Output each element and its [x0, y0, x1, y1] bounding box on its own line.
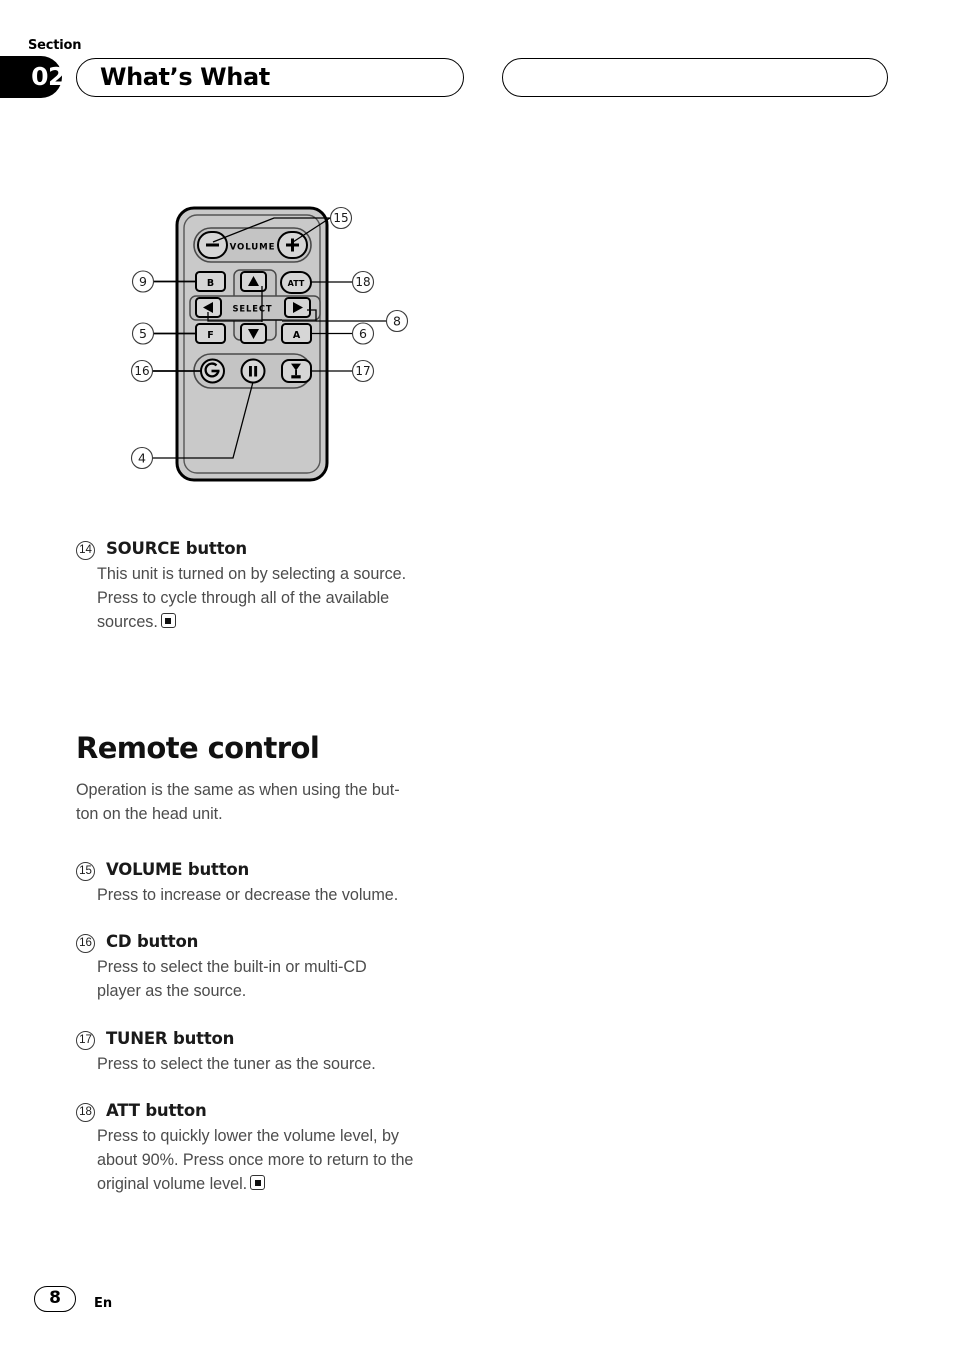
figure-callout-18: 18	[351, 270, 375, 294]
volume-label: VOLUME	[230, 243, 276, 253]
figure-callout-4: 4	[130, 446, 154, 470]
entry-att-line-2: about 90%. Press once more to return to …	[97, 1151, 414, 1170]
section-label: Section	[28, 38, 82, 53]
entry-att-button: 18 ATT button Press to quickly lower the…	[76, 1098, 496, 1197]
entry-att-line-3-text: original volume level.	[97, 1175, 248, 1194]
entry-volume-line-1: Press to increase or decrease the volume…	[97, 886, 399, 905]
square-bullet-icon	[160, 613, 176, 629]
header-right-pill	[502, 58, 888, 97]
callout-18: 18	[76, 1102, 95, 1122]
figure-callout-18-label: 18	[355, 275, 370, 289]
select-right-button[interactable]	[284, 297, 311, 318]
figure-callout-16-label: 16	[134, 364, 149, 378]
page-title: What’s What	[100, 63, 270, 91]
figure-callout-9: 9	[131, 270, 155, 293]
entry-att-line-3: original volume level.	[97, 1172, 496, 1196]
figure-callout-17-label: 17	[355, 364, 370, 378]
entry-cd-title: CD button	[106, 932, 199, 952]
band-button-label: B	[207, 278, 214, 289]
entry-source-body: This unit is turned on by selecting a so…	[97, 562, 496, 635]
select-label: SELECT	[232, 304, 272, 314]
entry-volume-button: 15 VOLUME button Press to increase or de…	[76, 857, 496, 907]
function-button[interactable]: F	[195, 323, 226, 344]
figure-callout-8-label: 8	[393, 314, 401, 329]
entry-cd-heading: 16 CD button	[76, 929, 496, 955]
band-button[interactable]: B	[195, 271, 226, 292]
section-number: 02	[31, 62, 65, 91]
remote-intro-body: Operation is the same as when using the …	[76, 778, 496, 826]
pause-button[interactable]	[240, 358, 266, 384]
entry-volume-heading: 15 VOLUME button	[76, 857, 496, 883]
entry-att-line-1: Press to quickly lower the volume level,…	[97, 1126, 399, 1145]
volume-down-button[interactable]	[197, 231, 228, 259]
remote-intro-line-1: Operation is the same as when using the …	[76, 780, 400, 799]
remote-control-illustration: VOLUME SELECT B ATT F A 15 9 18 8 5 6 16…	[130, 206, 409, 482]
figure-callout-6-label: 6	[359, 326, 367, 341]
pause-icon	[249, 366, 252, 377]
audio-button-label: A	[293, 330, 301, 341]
entry-tuner-title: TUNER button	[106, 1028, 235, 1048]
figure-callout-8: 8	[385, 309, 409, 333]
entry-tuner-line-1: Press to select the tuner as the source.	[97, 1054, 376, 1073]
figure-callout-16: 16	[130, 359, 154, 383]
page-header: Section 02 What’s What	[0, 0, 954, 140]
figure-callout-5-label: 5	[139, 326, 147, 341]
function-button-label: F	[207, 330, 214, 341]
entry-cd-line-1: Press to select the built-in or multi-CD	[97, 958, 367, 977]
entry-source-title: SOURCE button	[106, 539, 247, 558]
select-down-button[interactable]	[240, 323, 267, 344]
callout-15: 15	[76, 862, 95, 882]
entry-cd-button: 16 CD button Press to select the built-i…	[76, 929, 496, 1003]
att-button-label: ATT	[288, 279, 305, 288]
entry-source-line-3-text: sources.	[97, 613, 158, 632]
entry-att-body: Press to quickly lower the volume level,…	[97, 1124, 496, 1197]
language-code: En	[94, 1296, 113, 1311]
entry-source-heading: 14 SOURCE button	[76, 536, 496, 562]
spacer-before-remote-heading	[76, 653, 496, 731]
callout-16: 16	[76, 934, 95, 954]
entry-source-line-2: Press to cycle through all of the availa…	[97, 589, 390, 608]
page-content: 14 SOURCE button This unit is turned on …	[76, 536, 496, 1196]
figure-callout-15: 15	[329, 206, 353, 230]
remote-control-heading: Remote control	[76, 730, 320, 765]
figure-callout-5: 5	[131, 322, 155, 345]
entry-source-button: 14 SOURCE button This unit is turned on …	[76, 536, 496, 635]
figure-callout-9-label: 9	[139, 274, 147, 289]
entry-tuner-heading: 17 TUNER button	[76, 1026, 496, 1052]
entry-volume-title: VOLUME button	[106, 860, 250, 880]
audio-button[interactable]: A	[281, 323, 312, 344]
entry-att-heading: 18 ATT button	[76, 1098, 496, 1124]
tuner-button[interactable]	[281, 359, 312, 383]
callout-17: 17	[76, 1030, 95, 1050]
entry-volume-body: Press to increase or decrease the volume…	[97, 883, 496, 907]
page-number: 8	[49, 1288, 61, 1308]
att-button[interactable]: ATT	[280, 271, 312, 294]
entry-tuner-button: 17 TUNER button Press to select the tune…	[76, 1026, 496, 1076]
square-bullet-icon	[250, 1175, 266, 1191]
figure-callout-17: 17	[351, 359, 375, 383]
remote-control-figure: VOLUME SELECT B ATT F A 15 9 18 8 5 6 16…	[0, 190, 954, 510]
figure-callout-6: 6	[351, 322, 375, 345]
entry-source-line-3: sources.	[97, 610, 496, 634]
entry-tuner-body: Press to select the tuner as the source.	[97, 1052, 496, 1076]
minus-icon	[206, 243, 219, 247]
entry-cd-line-2: player as the source.	[97, 982, 247, 1001]
entry-source-line-1: This unit is turned on by selecting a so…	[97, 565, 407, 583]
remote-intro-line-2: ton on the head unit.	[76, 804, 223, 823]
callout-14: 14	[76, 541, 95, 560]
figure-callout-15-label: 15	[333, 211, 348, 225]
entry-att-title: ATT button	[106, 1100, 207, 1120]
figure-callout-4-label: 4	[138, 451, 146, 466]
entry-cd-body: Press to select the built-in or multi-CD…	[97, 955, 496, 1003]
page-footer	[0, 1280, 954, 1340]
cd-button[interactable]	[200, 358, 225, 384]
